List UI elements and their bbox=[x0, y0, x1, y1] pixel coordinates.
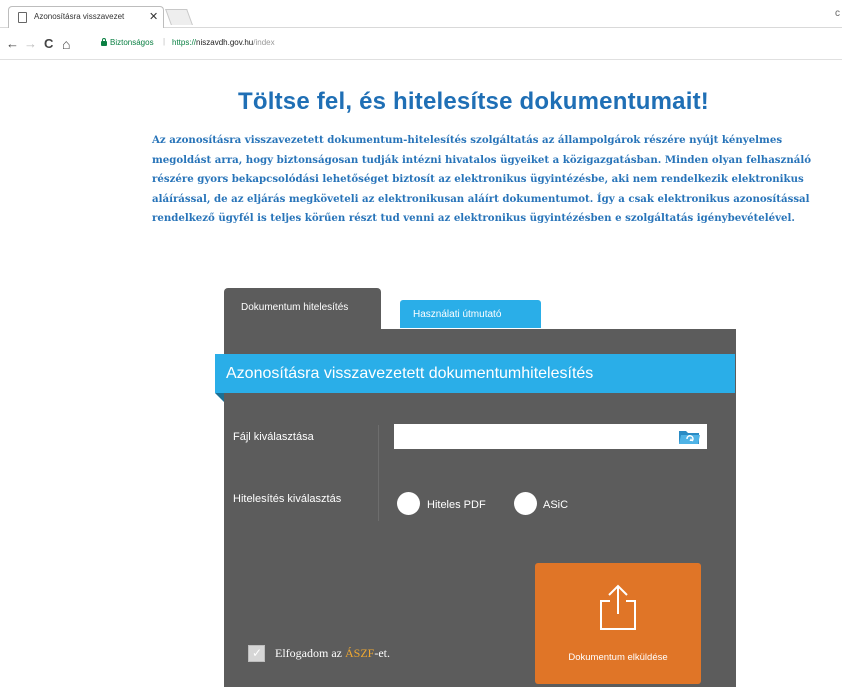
browser-tab-title: Azonosításra visszavezet bbox=[34, 12, 125, 21]
window-corner-glyph: c bbox=[835, 8, 840, 19]
close-tab-icon[interactable]: ✕ bbox=[149, 10, 158, 24]
panel-banner-title: Azonosításra visszavezetett dokumentumhi… bbox=[226, 365, 594, 382]
url-host: niszavdh.gov.hu bbox=[196, 38, 254, 47]
back-icon[interactable]: ← bbox=[6, 36, 19, 52]
tab-document-authentication-label: Dokumentum hitelesítés bbox=[241, 302, 349, 313]
upload-icon bbox=[600, 584, 636, 630]
url-path: /index bbox=[253, 38, 275, 47]
radio-asic[interactable] bbox=[514, 492, 537, 515]
form-divider bbox=[378, 425, 379, 521]
file-select-label: Fájl kiválasztása bbox=[233, 431, 314, 443]
lock-icon bbox=[101, 38, 107, 46]
radio-authentic-pdf[interactable] bbox=[397, 492, 420, 515]
reload-icon[interactable]: C bbox=[44, 36, 53, 52]
new-tab-button[interactable] bbox=[165, 9, 193, 25]
accept-terms-prefix: Elfogadom az bbox=[275, 646, 345, 660]
radio-asic-label: ASiC bbox=[543, 499, 569, 511]
authentication-type-label: Hitelesítés kiválasztás bbox=[233, 493, 342, 505]
forward-icon[interactable]: → bbox=[24, 36, 37, 52]
open-folder-icon[interactable] bbox=[678, 428, 701, 445]
browser-tab[interactable]: Azonosításra visszavezet ✕ bbox=[8, 6, 164, 28]
accept-terms-label: Elfogadom az ÁSZF-et. bbox=[275, 646, 390, 661]
url-scheme: https:// bbox=[172, 38, 197, 47]
tab-user-guide-label: Használati útmutató bbox=[413, 309, 502, 320]
terms-link[interactable]: ÁSZF bbox=[345, 646, 374, 660]
address-bar[interactable]: https://niszavdh.gov.hu/index bbox=[172, 38, 275, 47]
address-separator: | bbox=[163, 37, 166, 46]
checkmark-icon: ✓ bbox=[252, 646, 263, 660]
send-document-label: Dokumentum elküldése bbox=[568, 652, 668, 663]
security-label: Biztonságos bbox=[110, 38, 154, 47]
browser-chrome: Azonosításra visszavezet ✕ c ← → C ⌂ Biz… bbox=[0, 0, 842, 60]
page-icon bbox=[18, 12, 27, 23]
page-title: Töltse fel, és hitelesítse dokumentumait… bbox=[238, 88, 709, 115]
banner-fold bbox=[215, 393, 224, 402]
file-path-input[interactable] bbox=[394, 424, 707, 449]
intro-text: Az azonosításra visszavezetett dokumentu… bbox=[152, 134, 812, 224]
tab-strip: Azonosításra visszavezet ✕ c bbox=[0, 0, 842, 28]
home-icon[interactable]: ⌂ bbox=[62, 36, 70, 52]
radio-authentic-pdf-label: Hiteles PDF bbox=[427, 499, 486, 511]
accept-terms-suffix: -et. bbox=[374, 646, 390, 660]
